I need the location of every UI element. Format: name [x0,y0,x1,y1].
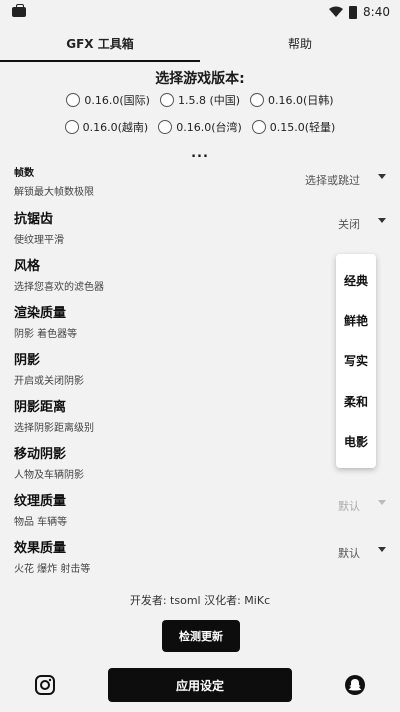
tab-help[interactable]: 帮助 [200,24,400,62]
status-time: 8:40 [363,5,390,19]
setting-title: 风格 [14,259,41,274]
dropdown-item-vivid[interactable]: 鲜艳 [344,312,368,329]
version-option[interactable]: 0.15.0(轻量) [251,119,335,135]
setting-style[interactable]: 风格 选择您喜欢的滤色器 [14,255,386,299]
setting-value[interactable]: 关闭 [338,216,360,232]
check-update-button[interactable]: 检测更新 [162,620,240,652]
style-dropdown-menu: 经典 鲜艳 写实 柔和 电影 [336,254,376,468]
radio-button[interactable] [64,120,79,134]
setting-desc: 物品 车辆等 [14,517,68,528]
version-option[interactable]: 0.16.0(越南) [64,119,148,135]
setting-shadow-distance[interactable]: 阴影距离 选择阴影距离级别 [14,396,386,440]
version-radio-row-1: 0.16.0(国际) 1.5.8 (中国) 0.16.0(日韩) [0,92,400,108]
radio-button[interactable] [158,120,173,134]
version-option[interactable]: 0.16.0(国际) [66,92,150,108]
more-dots[interactable]: ... [0,146,400,161]
setting-title: 阴影 [14,353,41,368]
setting-desc: 选择您喜欢的滤色器 [14,282,104,293]
radio-button[interactable] [66,93,81,107]
setting-desc: 选择阴影距离级别 [14,423,94,434]
radio-button[interactable] [250,93,265,107]
version-option[interactable]: 0.16.0(日韩) [250,92,334,108]
setting-desc: 人物及车辆阴影 [14,470,84,481]
chevron-down-icon[interactable] [378,174,386,179]
snapchat-icon[interactable] [344,674,366,696]
setting-title: 阴影距离 [14,400,67,415]
dropdown-item-soft[interactable]: 柔和 [344,393,368,410]
radio-button[interactable] [251,120,266,134]
chevron-down-icon[interactable] [378,218,386,223]
chevron-down-icon[interactable] [378,547,386,552]
instagram-icon[interactable] [34,674,56,696]
setting-desc: 使纹理平滑 [14,235,64,246]
tab-bar: GFX 工具箱 帮助 [0,24,400,62]
setting-value[interactable]: 默认 [338,498,360,514]
wifi-icon [329,6,344,17]
setting-value[interactable]: 选择或跳过 [305,172,360,188]
setting-anti-aliasing[interactable]: 抗锯齿 使纹理平滑 关闭 [14,208,386,252]
setting-title: 渲染质量 [14,306,67,321]
setting-effect-quality[interactable]: 效果质量 火花 爆炸 射击等 默认 [14,537,386,581]
dropdown-item-cinematic[interactable]: 电影 [344,433,368,450]
battery-icon [349,5,358,19]
setting-fps[interactable]: 帧数 解锁最大帧数极限 选择或跳过 [14,164,386,208]
setting-title: 效果质量 [14,541,67,556]
dropdown-item-realistic[interactable]: 写实 [344,352,368,369]
setting-desc: 阴影 着色器等 [14,329,78,340]
setting-texture-quality[interactable]: 纹理质量 物品 车辆等 默认 [14,490,386,534]
version-option[interactable]: 1.5.8 (中国) [159,92,240,108]
setting-desc: 火花 爆炸 射击等 [14,564,91,575]
setting-desc: 开启或关闭阴影 [14,376,84,387]
setting-title: 纹理质量 [14,494,67,509]
version-radio-row-2: 0.16.0(越南) 0.16.0(台湾) 0.15.0(轻量) [0,119,400,135]
credits: 开发者: tsoml 汉化者: MiKc [129,594,271,607]
version-title: 选择游戏版本: [155,71,245,87]
tab-gfx-toolbox[interactable]: GFX 工具箱 [0,24,200,62]
setting-title: 移动阴影 [14,447,67,462]
notification-icon [12,4,26,17]
status-right: 8:40 [329,5,390,19]
setting-render-quality[interactable]: 渲染质量 阴影 着色器等 [14,302,386,346]
setting-moving-shadow[interactable]: 移动阴影 人物及车辆阴影 [14,443,386,487]
setting-value[interactable]: 默认 [338,545,360,561]
status-bar: 8:40 [0,0,400,24]
radio-button[interactable] [159,93,174,107]
setting-shadow[interactable]: 阴影 开启或关闭阴影 [14,349,386,393]
setting-title: 抗锯齿 [14,212,54,227]
chevron-down-icon[interactable] [378,500,386,505]
apply-settings-button[interactable]: 应用设定 [108,668,292,702]
dropdown-item-classic[interactable]: 经典 [344,272,368,289]
version-option[interactable]: 0.16.0(台湾) [158,119,242,135]
